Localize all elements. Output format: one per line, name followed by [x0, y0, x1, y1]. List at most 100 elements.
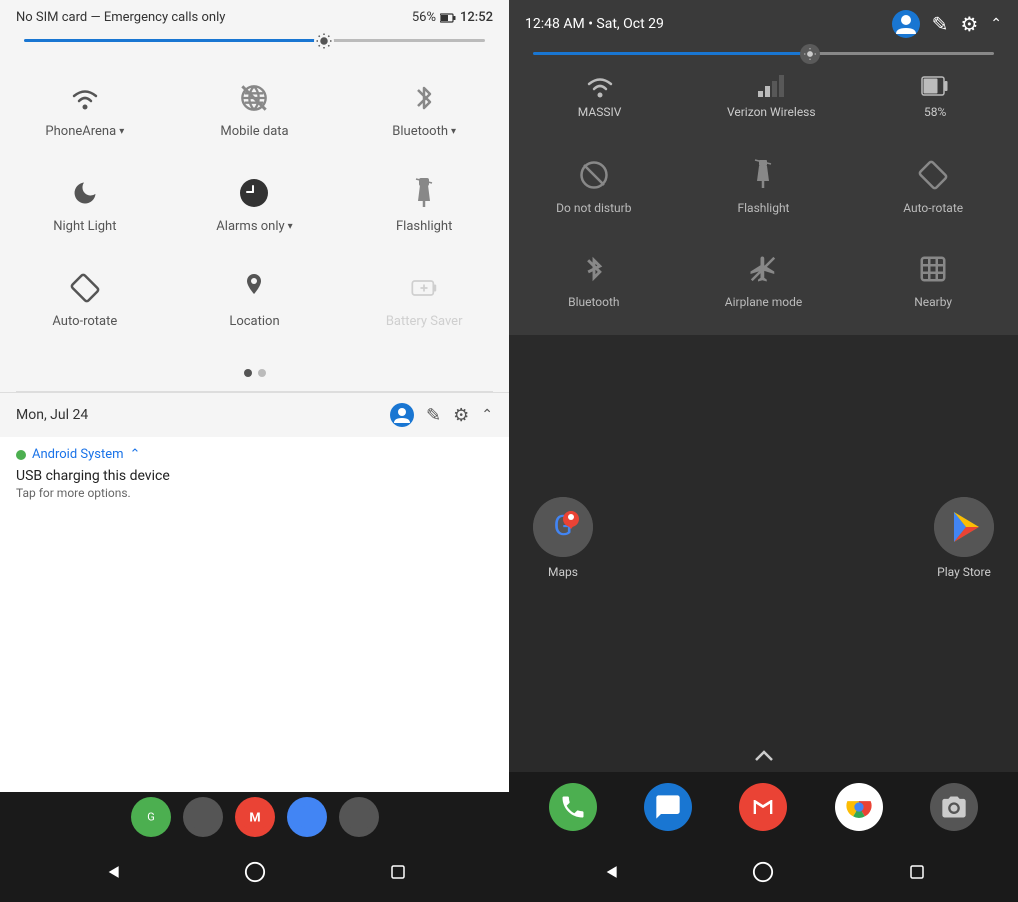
auto-rotate-icon-right — [915, 157, 951, 193]
settings-icon-right[interactable]: ⚙ — [960, 12, 978, 36]
tile-flashlight-label: Flashlight — [396, 219, 452, 234]
left-panel: No SIM card — Emergency calls only 56% 1… — [0, 0, 509, 902]
right-tile-dnd-label: Do not disturb — [556, 201, 631, 215]
account-icon[interactable] — [390, 403, 414, 427]
right-recents-button[interactable] — [903, 858, 931, 886]
edit-icon[interactable]: ✎ — [426, 405, 441, 426]
right-date: Sat, Oct 29 — [596, 16, 663, 32]
right-header: 12:48 AM • Sat, Oct 29 ✎ ⚙ ⌃ — [509, 0, 1018, 44]
dropdown-arrow-bt: ▾ — [451, 126, 456, 137]
tile-location[interactable]: Location — [170, 252, 340, 347]
notif-expand[interactable]: ⌃ — [130, 447, 141, 462]
dot-active[interactable] — [244, 369, 252, 377]
right-tile-airplane[interactable]: Airplane mode — [679, 233, 849, 327]
app-play-store[interactable]: Play Store — [934, 497, 994, 579]
notif-subtitle: Tap for more options. — [16, 486, 493, 500]
settings-icon[interactable]: ⚙ — [453, 405, 469, 426]
right-tile-flashlight[interactable]: Flashlight — [679, 139, 849, 233]
right-battery-label: 58% — [924, 105, 946, 119]
signal-icon-right — [756, 73, 786, 99]
page-dots — [0, 355, 509, 391]
footer-date: Mon, Jul 24 — [16, 407, 88, 423]
svg-text:M: M — [249, 811, 260, 826]
right-home-button[interactable] — [749, 858, 777, 886]
brightness-slider[interactable] — [24, 39, 485, 42]
tile-mobile-data[interactable]: Mobile data — [170, 62, 340, 157]
app-maps[interactable]: G Maps — [533, 497, 593, 579]
right-tile-bluetooth[interactable]: Bluetooth — [509, 233, 679, 327]
right-dock-apps — [509, 772, 1018, 842]
sun-icon-right — [803, 47, 817, 61]
right-wifi-label: MASSIV — [578, 105, 622, 119]
right-time: 12:48 AM — [525, 16, 585, 32]
brightness-row — [0, 31, 509, 54]
battery-saver-icon — [406, 270, 442, 306]
quick-tiles-grid: PhoneArena ▾ Mobile data — [0, 54, 509, 355]
right-tile-autorotate[interactable]: Auto-rotate — [848, 139, 1018, 233]
right-back-button[interactable] — [596, 858, 624, 886]
dock-chrome[interactable] — [835, 783, 883, 831]
app-icon-5[interactable] — [339, 797, 379, 837]
flashlight-icon — [406, 175, 442, 211]
airplane-icon — [745, 251, 781, 287]
battery-percent: 56% — [412, 10, 436, 25]
right-battery-item: 58% — [921, 73, 949, 119]
status-right: 56% 12:52 — [412, 10, 493, 25]
tile-alarms-only-label: Alarms only ▾ — [216, 219, 292, 234]
location-icon — [236, 270, 272, 306]
tile-flashlight[interactable]: Flashlight — [339, 157, 509, 252]
right-header-icons: ✎ ⚙ ⌃ — [892, 10, 1002, 38]
app-icon-2[interactable] — [183, 797, 223, 837]
nearby-icon — [915, 251, 951, 287]
auto-rotate-icon — [67, 270, 103, 306]
app-icon-1[interactable]: G — [131, 797, 171, 837]
tile-wifi-label: PhoneArena ▾ — [45, 124, 124, 139]
tile-location-label: Location — [229, 314, 279, 329]
right-tile-autorotate-label: Auto-rotate — [903, 201, 963, 215]
play-store-icon-circle — [934, 497, 994, 557]
right-tiles-grid: Do not disturb Flashlight Auto-rotate — [509, 131, 1018, 335]
right-brightness-slider[interactable] — [533, 52, 994, 55]
left-footer: Mon, Jul 24 ✎ ⚙ ⌃ — [0, 392, 509, 437]
dot-inactive[interactable] — [258, 369, 266, 377]
app-icon-3[interactable]: M — [235, 797, 275, 837]
tile-bluetooth[interactable]: Bluetooth ▾ — [339, 62, 509, 157]
right-chevron-row[interactable] — [509, 740, 1018, 772]
battery-icon — [440, 13, 456, 23]
edit-icon-right[interactable]: ✎ — [932, 12, 949, 36]
dock-messages[interactable] — [644, 783, 692, 831]
tile-alarms-only[interactable]: Alarms only ▾ — [170, 157, 340, 252]
right-nav-bar — [509, 842, 1018, 902]
notif-title: USB charging this device — [16, 468, 493, 484]
sun-icon — [315, 32, 333, 50]
dropdown-arrow-ao: ▾ — [288, 221, 293, 232]
back-button[interactable] — [98, 858, 126, 886]
dock-camera[interactable] — [930, 783, 978, 831]
right-tile-dnd[interactable]: Do not disturb — [509, 139, 679, 233]
right-separator: • — [588, 16, 593, 32]
dock-phone[interactable] — [549, 783, 597, 831]
dock-gmail[interactable] — [739, 783, 787, 831]
recents-button[interactable] — [384, 858, 412, 886]
tile-wifi[interactable]: PhoneArena ▾ — [0, 62, 170, 157]
app-icon-4[interactable] — [287, 797, 327, 837]
right-tile-flashlight-label: Flashlight — [737, 201, 789, 215]
tile-bluetooth-label: Bluetooth ▾ — [392, 124, 456, 139]
right-tile-airplane-label: Airplane mode — [725, 295, 802, 309]
home-button[interactable] — [241, 858, 269, 886]
svg-text:G: G — [147, 811, 155, 824]
tile-night-light[interactable]: Night Light — [0, 157, 170, 252]
tile-auto-rotate[interactable]: Auto-rotate — [0, 252, 170, 347]
tile-battery-saver[interactable]: Battery Saver — [339, 252, 509, 347]
maps-label: Maps — [548, 565, 578, 579]
left-status-bar: No SIM card — Emergency calls only 56% 1… — [0, 0, 509, 31]
right-tile-nearby[interactable]: Nearby — [848, 233, 1018, 327]
right-info-row: MASSIV Verizon Wireless 58% — [509, 67, 1018, 131]
notif-dot — [16, 450, 26, 460]
account-icon-right[interactable] — [892, 10, 920, 38]
collapse-icon-right[interactable]: ⌃ — [990, 16, 1002, 32]
expand-icon[interactable]: ⌃ — [481, 407, 493, 423]
right-apps-section: G Maps Play Store — [509, 335, 1018, 740]
right-brightness-row — [509, 44, 1018, 67]
bluetooth-icon-right — [576, 251, 612, 287]
